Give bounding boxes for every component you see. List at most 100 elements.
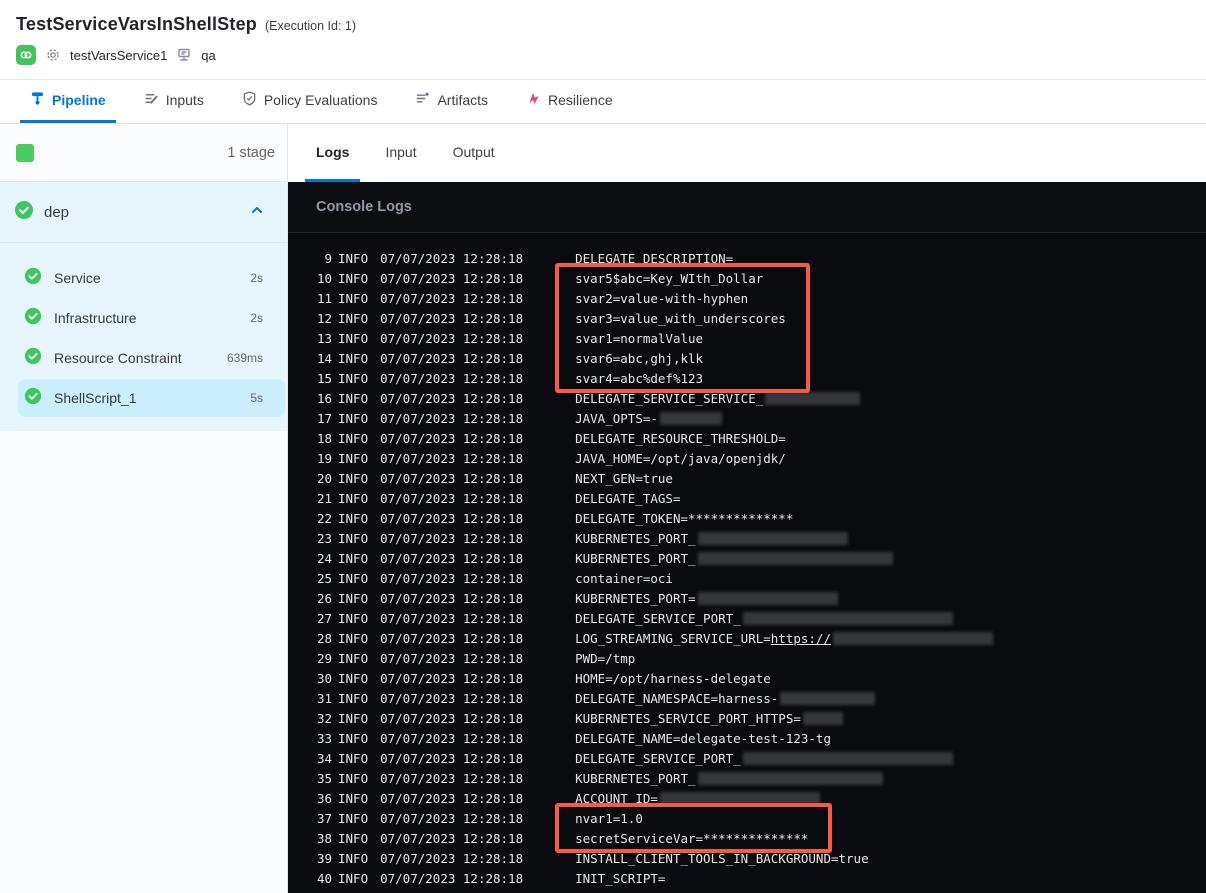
redacted-value — [802, 711, 843, 725]
log-message: svar3=value_with_underscores — [575, 311, 786, 326]
log-text: DELEGATE_SERVICE_PORT_ — [575, 610, 741, 626]
step-label: Resource Constraint — [54, 350, 182, 366]
tab-logs[interactable]: Logs — [305, 124, 361, 182]
step-item-service[interactable]: Service 2s — [18, 259, 285, 297]
stage-section: dep Service 2s Infrastructure 2s Resourc… — [0, 182, 287, 431]
log-timestamp: 07/07/2023 12:28:18 — [380, 350, 524, 366]
log-line: 21 INFO 07/07/2023 12:28:18 DELEGATE_TAGS= — [288, 488, 1206, 508]
log-line-number: 12 — [316, 310, 332, 326]
step-item-shellscript-1[interactable]: ShellScript_1 5s — [18, 379, 285, 417]
step-item-infrastructure[interactable]: Infrastructure 2s — [18, 299, 285, 337]
log-line: 30 INFO 07/07/2023 12:28:18 HOME=/opt/harne… — [288, 668, 1206, 688]
log-timestamp: 07/07/2023 12:28:18 — [380, 550, 524, 566]
log-level: INFO — [338, 370, 369, 386]
log-timestamp: 07/07/2023 12:28:18 — [380, 610, 524, 626]
log-text: secretServiceVar=************** — [575, 830, 809, 846]
log-message: KUBERNETES_PORT= — [575, 591, 838, 606]
redacted-value — [697, 591, 838, 605]
log-level: INFO — [338, 530, 369, 546]
step-list: Service 2s Infrastructure 2s Resource Co… — [0, 243, 287, 431]
tab-artifacts[interactable]: Artifacts — [405, 80, 498, 123]
log-level: INFO — [338, 450, 369, 466]
log-level: INFO — [338, 630, 369, 646]
log-timestamp: 07/07/2023 12:28:18 — [380, 770, 524, 786]
tab-resilience[interactable]: Resilience — [516, 80, 623, 123]
tab-output-label: Output — [452, 143, 495, 160]
log-line: 14 INFO 07/07/2023 12:28:18 svar6=abc,ghj,k… — [288, 348, 1206, 368]
tab-pipeline-label: Pipeline — [52, 92, 106, 108]
log-line-number: 32 — [316, 710, 332, 726]
chevron-up-icon[interactable] — [249, 202, 265, 223]
log-timestamp: 07/07/2023 12:28:18 — [380, 450, 524, 466]
service-status-icon — [16, 45, 36, 65]
log-line-number: 13 — [316, 330, 332, 346]
stage-item-dep[interactable]: dep — [0, 182, 287, 242]
service-name[interactable]: testVarsService1 — [70, 48, 167, 63]
log-level: INFO — [338, 470, 369, 486]
log-body[interactable]: 9 INFO 07/07/2023 12:28:18 DELEGATE_DESCRIP… — [288, 233, 1206, 893]
log-line-number: 18 — [316, 430, 332, 446]
log-text: JAVA_HOME=/opt/java/openjdk/ — [575, 450, 786, 466]
log-timestamp: 07/07/2023 12:28:18 — [380, 510, 524, 526]
stage-status-square[interactable] — [16, 143, 34, 162]
tab-pipeline[interactable]: Pipeline — [20, 80, 116, 123]
log-line-number: 25 — [316, 570, 332, 586]
log-message: DELEGATE_RESOURCE_THRESHOLD= — [575, 431, 786, 446]
log-timestamp: 07/07/2023 12:28:18 — [380, 810, 524, 826]
step-label: Infrastructure — [54, 310, 137, 326]
log-text: svar3=value_with_underscores — [575, 310, 786, 326]
log-timestamp: 07/07/2023 12:28:18 — [380, 690, 524, 706]
log-tabbar: Logs Input Output — [288, 124, 1206, 182]
log-timestamp: 07/07/2023 12:28:18 — [380, 570, 524, 586]
stage-summary-row: 1 stage — [0, 124, 287, 182]
environment-name[interactable]: qa — [201, 48, 215, 63]
log-level: INFO — [338, 590, 369, 606]
log-level: INFO — [338, 810, 369, 826]
tab-inputs-label: Inputs — [165, 92, 204, 108]
log-timestamp: 07/07/2023 12:28:18 — [380, 410, 524, 426]
log-message: svar1=normalValue — [575, 331, 703, 346]
log-line: 28 INFO 07/07/2023 12:28:18 LOG_STREAMING_S… — [288, 628, 1206, 648]
log-line-number: 38 — [316, 830, 332, 846]
log-timestamp: 07/07/2023 12:28:18 — [380, 750, 524, 766]
log-text: HOME=/opt/harness-delegate — [575, 670, 771, 686]
log-line: 20 INFO 07/07/2023 12:28:18 NEXT_GEN=true — [288, 468, 1206, 488]
log-text: svar5$abc=Key_WIth_Dollar — [575, 270, 764, 286]
main-tabbar: Pipeline Inputs Policy Evaluations Artif… — [0, 80, 1206, 124]
log-line-number: 17 — [316, 410, 332, 426]
log-level: INFO — [338, 570, 369, 586]
log-text: JAVA_OPTS=- — [575, 410, 658, 426]
redacted-value — [697, 531, 848, 545]
step-success-icon — [24, 267, 42, 290]
log-message: DELEGATE_TAGS= — [575, 491, 680, 506]
log-text: svar6=abc,ghj,klk — [575, 350, 704, 366]
log-message: INSTALL_CLIENT_TOOLS_IN_BACKGROUND=true — [575, 851, 869, 866]
log-line: 24 INFO 07/07/2023 12:28:18 KUBERNETES_PORT… — [288, 548, 1206, 568]
tab-policy-evaluations[interactable]: Policy Evaluations — [232, 80, 388, 123]
log-level: INFO — [338, 290, 369, 306]
step-duration: 2s — [250, 271, 263, 285]
step-item-resource-constraint[interactable]: Resource Constraint 639ms — [18, 339, 285, 377]
tab-input[interactable]: Input — [374, 124, 427, 182]
log-message: svar2=value-with-hyphen — [575, 291, 748, 306]
log-level: INFO — [338, 690, 369, 706]
log-line: 19 INFO 07/07/2023 12:28:18 JAVA_HOME=/opt/… — [288, 448, 1206, 468]
log-message: nvar1=1.0 — [575, 811, 643, 826]
log-text: DELEGATE_SERVICE_PORT_ — [575, 750, 741, 766]
log-text: svar1=normalValue — [575, 330, 704, 346]
log-link[interactable]: https:// — [771, 631, 831, 646]
tab-artifacts-label: Artifacts — [437, 92, 489, 108]
log-timestamp: 07/07/2023 12:28:18 — [380, 370, 524, 386]
log-message: PWD=/tmp — [575, 651, 635, 666]
log-message: KUBERNETES_PORT_ — [575, 550, 893, 566]
tab-output[interactable]: Output — [442, 124, 506, 182]
log-message: DELEGATE_TOKEN=************** — [575, 511, 793, 526]
log-timestamp: 07/07/2023 12:28:18 — [380, 490, 524, 506]
tab-inputs[interactable]: Inputs — [134, 80, 214, 123]
redacted-value — [697, 771, 883, 785]
log-level: INFO — [338, 870, 369, 886]
log-line-number: 29 — [316, 650, 332, 666]
log-text: KUBERNETES_PORT_ — [575, 550, 696, 566]
log-line-number: 40 — [316, 870, 332, 886]
log-line: 12 INFO 07/07/2023 12:28:18 svar3=value_wit… — [288, 308, 1206, 328]
